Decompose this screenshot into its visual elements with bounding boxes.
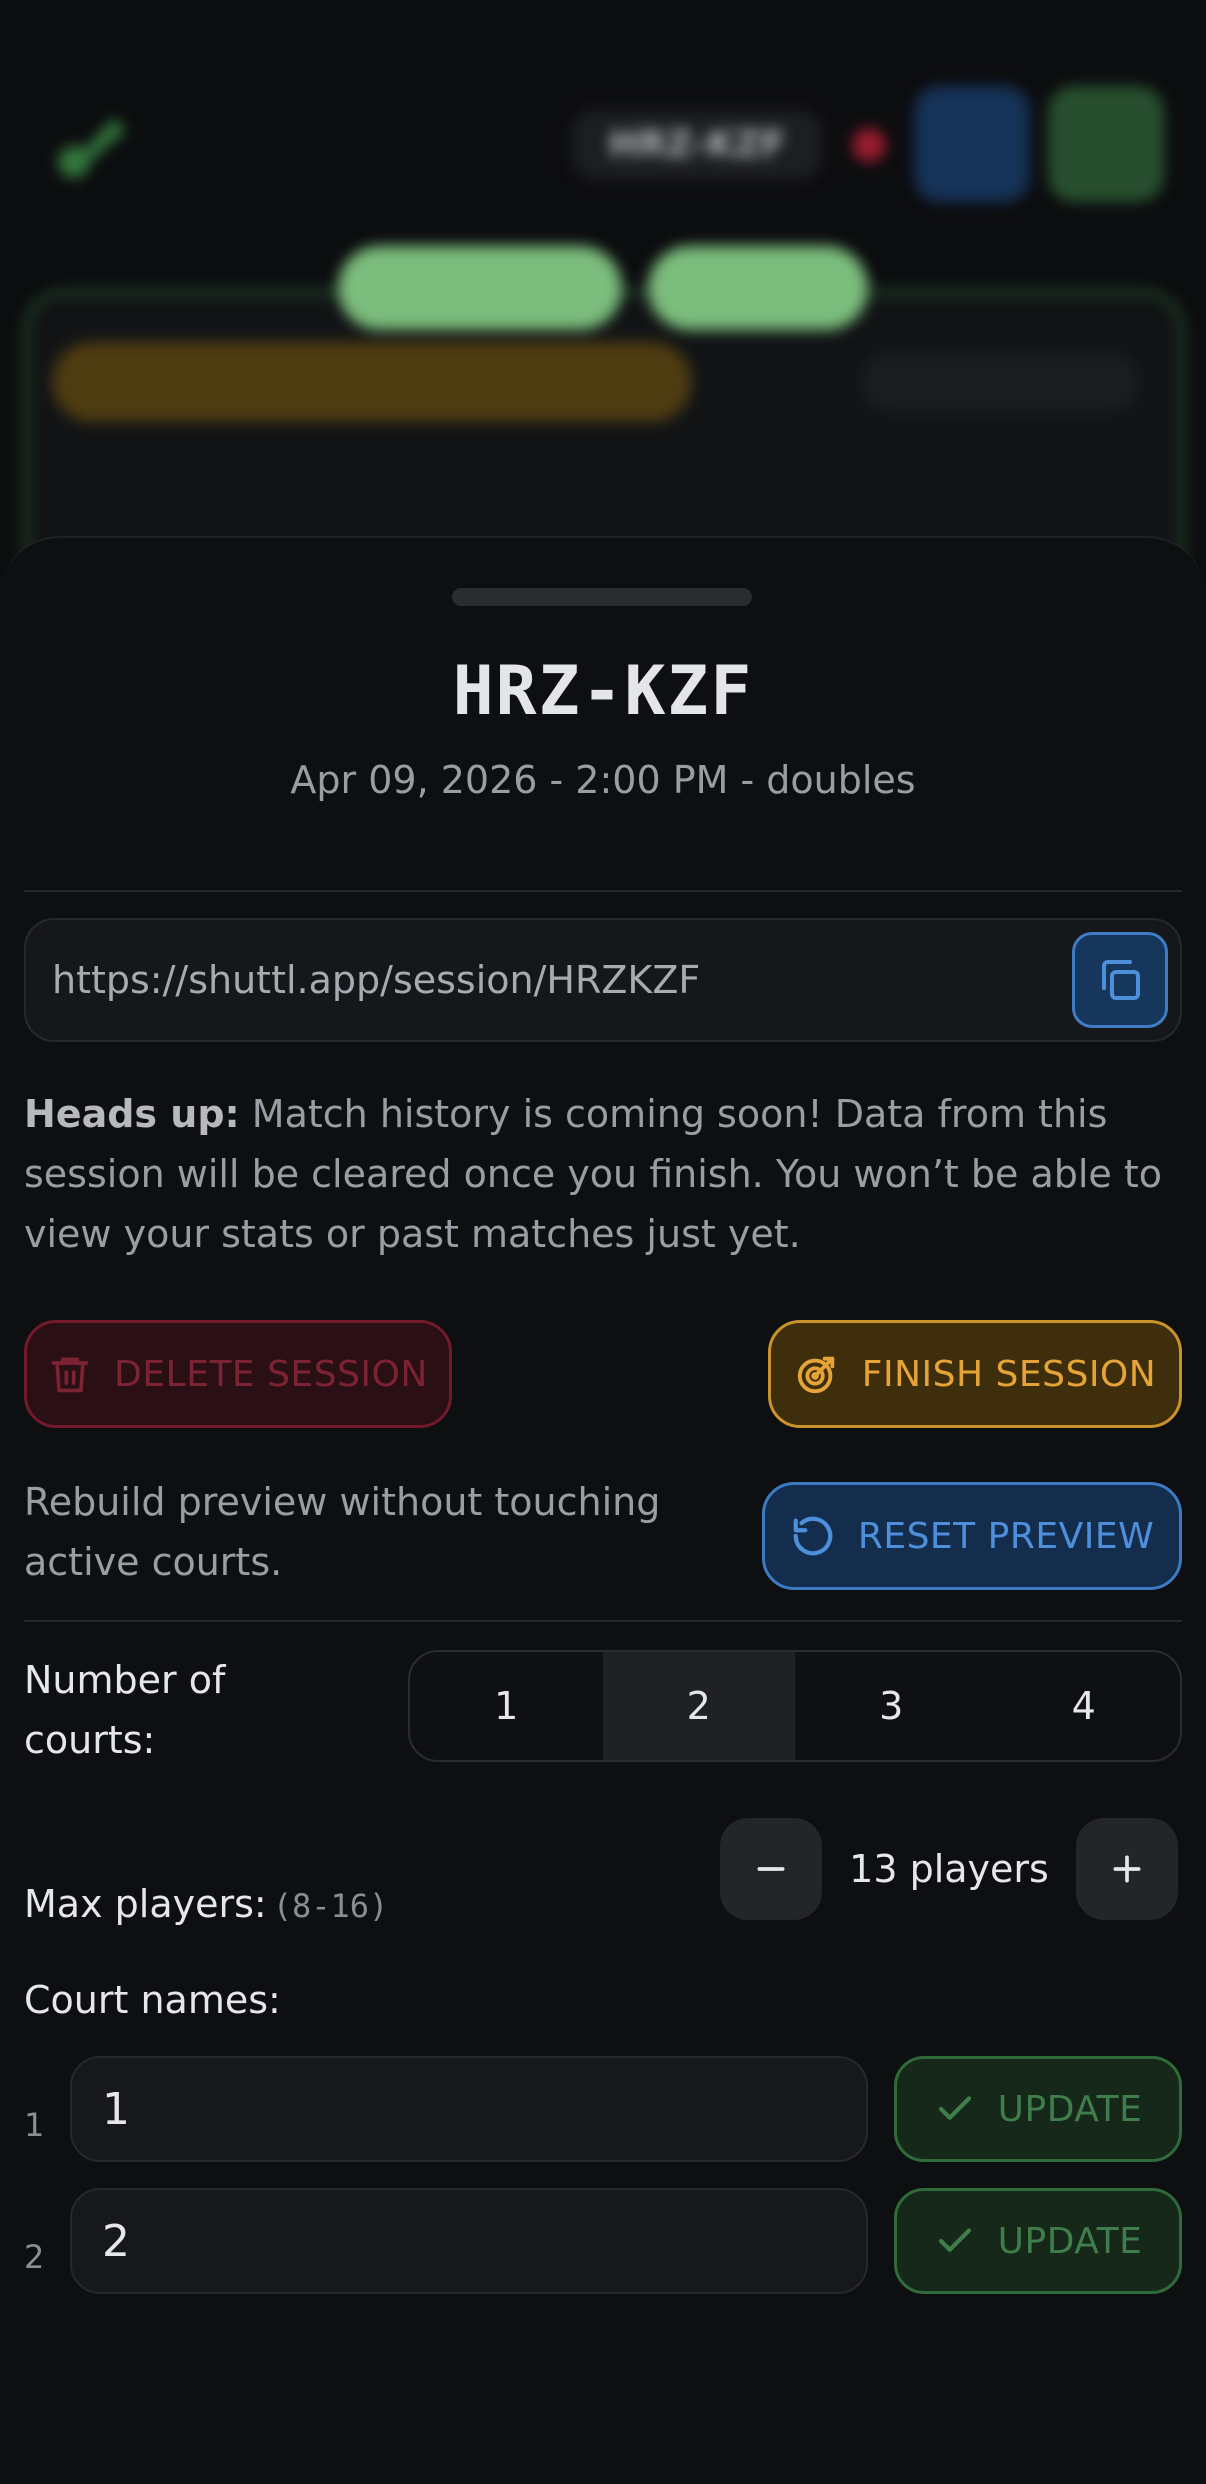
shuttlecock-logo-icon — [58, 118, 126, 178]
courts-option-2[interactable]: 2 — [602, 1652, 795, 1760]
trash-icon — [51, 1357, 89, 1393]
session-settings-sheet: HRZ-KZF Apr 09, 2026 - 2:00 PM - doubles… — [0, 536, 1206, 2484]
sheet-grab-handle[interactable] — [452, 588, 752, 606]
divider — [24, 890, 1182, 892]
background-chip — [648, 246, 868, 330]
minus-icon — [757, 1867, 785, 1871]
finish-session-label: FINISH SESSION — [861, 1353, 1157, 1395]
copy-icon — [1102, 960, 1140, 1000]
court-name-input-2[interactable] — [70, 2188, 868, 2294]
background-session-code: HRZ-KZF — [572, 110, 822, 180]
court-names-label: Court names: — [24, 1978, 281, 2022]
share-url-text: https://shuttl.app/session/HRZKZF — [52, 958, 701, 1002]
check-icon — [938, 2228, 971, 2252]
courts-option-4[interactable]: 4 — [988, 1652, 1181, 1760]
court-index-1: 1 — [24, 2106, 45, 2144]
session-code-title: HRZ-KZF — [452, 652, 754, 731]
max-players-range-hint: (8-16) — [272, 1887, 389, 1925]
increase-players-button[interactable] — [1076, 1818, 1178, 1920]
check-icon — [938, 2096, 971, 2120]
history-notice: Heads up: Match history is coming soon! … — [24, 1084, 1184, 1264]
reset-preview-label: RESET PREVIEW — [857, 1515, 1155, 1557]
update-label: UPDATE — [997, 2220, 1143, 2262]
background-add-button — [1048, 86, 1164, 202]
background-app: HRZ-KZF — [0, 0, 1206, 710]
background-team-row — [860, 352, 1140, 412]
finish-session-button[interactable]: FINISH SESSION — [768, 1320, 1182, 1428]
divider — [24, 1620, 1182, 1622]
background-team-row — [52, 342, 692, 422]
decrease-players-button[interactable] — [720, 1818, 822, 1920]
delete-session-button[interactable]: DELETE SESSION — [24, 1320, 452, 1428]
courts-option-3[interactable]: 3 — [795, 1652, 988, 1760]
target-arrow-icon — [797, 1356, 835, 1394]
session-date-subtitle: Apr 09, 2026 - 2:00 PM - doubles — [290, 758, 916, 802]
live-indicator-dot — [852, 128, 886, 162]
max-players-value: 13 players — [849, 1847, 1049, 1891]
update-court-2-button[interactable]: UPDATE — [894, 2188, 1182, 2294]
delete-session-label: DELETE SESSION — [114, 1353, 428, 1395]
court-name-input-1[interactable] — [70, 2056, 868, 2162]
notice-bold: Heads up: — [24, 1092, 240, 1136]
background-chip — [338, 246, 622, 330]
reset-preview-button[interactable]: RESET PREVIEW — [762, 1482, 1182, 1590]
copy-url-button[interactable] — [1072, 932, 1168, 1028]
reset-preview-caption: Rebuild preview without touching active … — [24, 1480, 661, 1584]
courts-segmented-control: 1 2 3 4 — [408, 1650, 1182, 1762]
update-label: UPDATE — [997, 2088, 1143, 2130]
rotate-ccw-icon — [793, 1516, 833, 1556]
background-share-button — [914, 86, 1030, 202]
update-court-1-button[interactable]: UPDATE — [894, 2056, 1182, 2162]
courts-option-1[interactable]: 1 — [410, 1652, 603, 1760]
court-index-2: 2 — [24, 2238, 45, 2276]
share-url-field: https://shuttl.app/session/HRZKZF — [24, 918, 1182, 1042]
number-of-courts-label: Number of courts: — [24, 1658, 226, 1762]
plus-icon — [1113, 1855, 1141, 1883]
